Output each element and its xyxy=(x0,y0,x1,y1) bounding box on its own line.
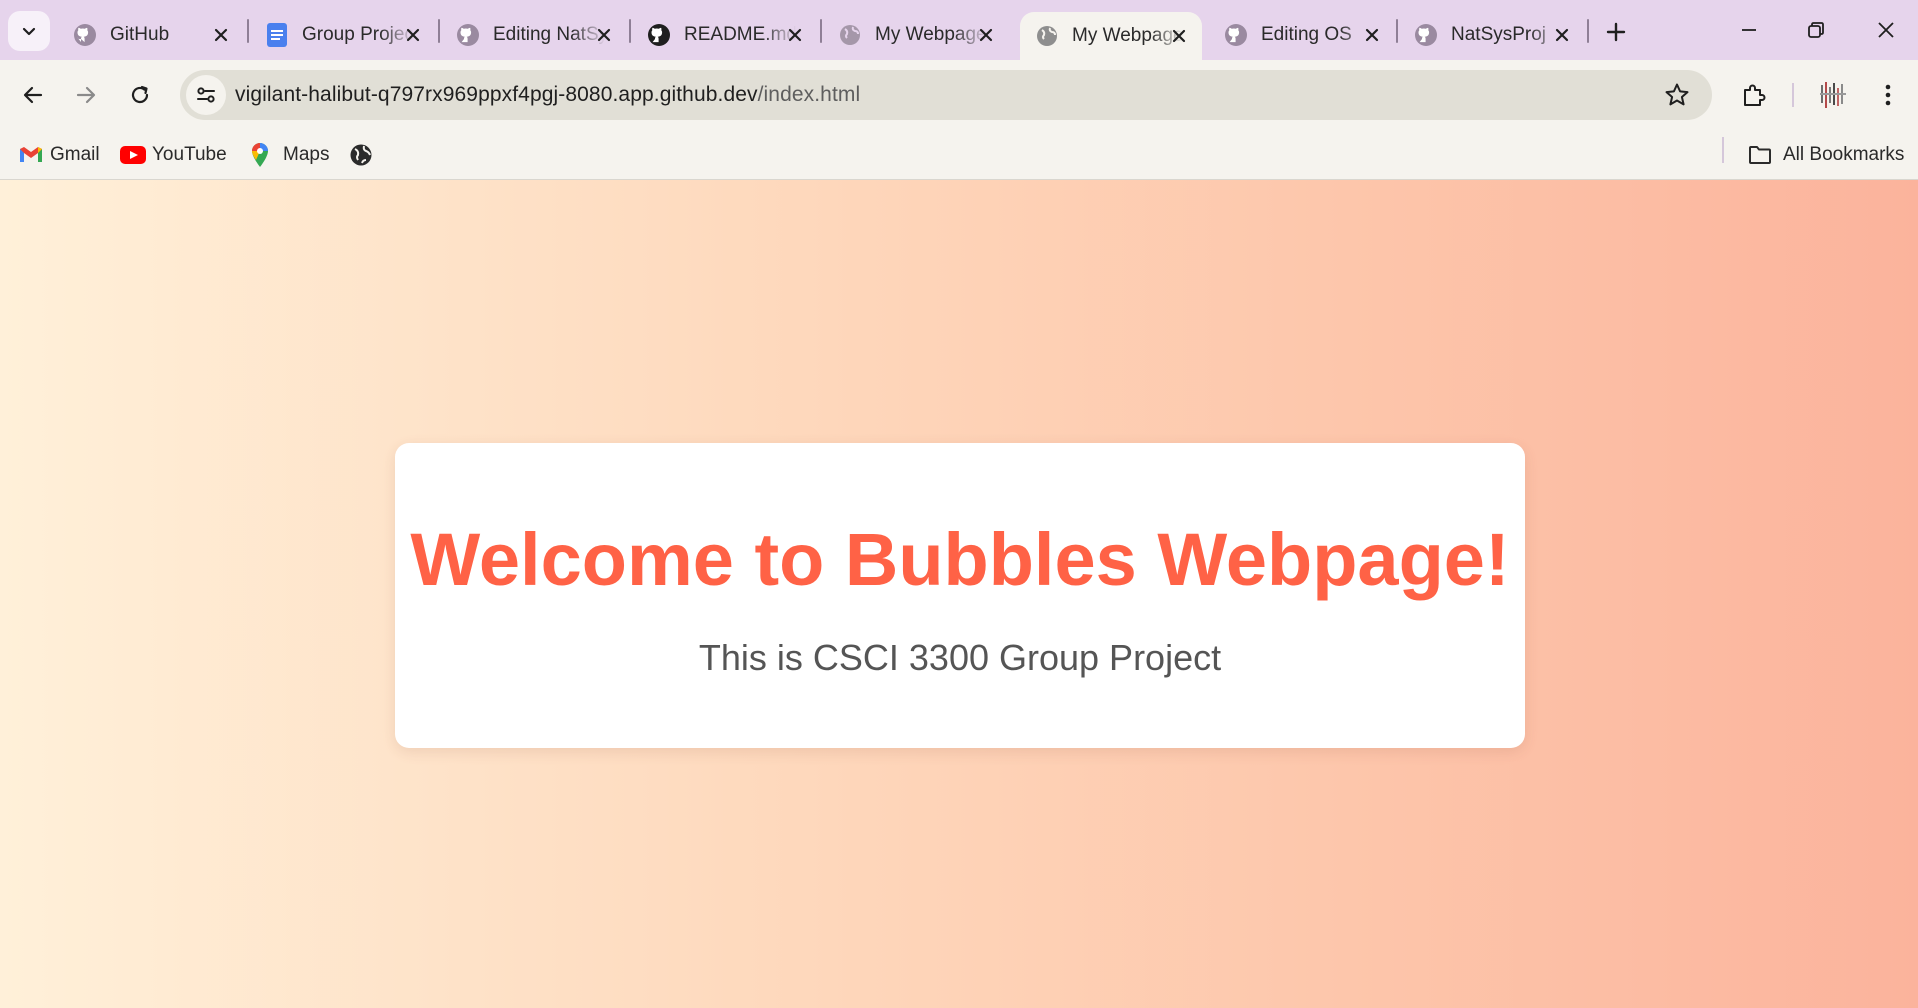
minimize-icon xyxy=(1742,29,1756,31)
browser-toolbar: vigilant-halibut-q797rx969ppxf4pgj-8080.… xyxy=(0,60,1918,130)
github-icon xyxy=(1413,22,1439,48)
back-button[interactable] xyxy=(14,76,52,114)
github-icon xyxy=(1223,22,1249,48)
globe-icon xyxy=(348,142,374,168)
globe-icon xyxy=(1034,23,1060,49)
tab-title: Group Project xyxy=(302,24,414,45)
tab-group-project[interactable]: Group Project xyxy=(250,10,436,60)
google-docs-icon xyxy=(264,22,290,48)
star-icon xyxy=(1665,83,1689,106)
all-bookmarks-label: All Bookmarks xyxy=(1783,144,1905,165)
bookmark-youtube[interactable]: YouTube xyxy=(120,140,227,170)
bookmark-maps[interactable]: Maps xyxy=(247,140,329,170)
tab-title: Editing OS xyxy=(1261,24,1352,45)
globe-icon xyxy=(837,22,863,48)
tab-separator xyxy=(629,19,631,43)
bookmark-globe[interactable] xyxy=(348,140,382,170)
extensions-button[interactable] xyxy=(1736,77,1772,113)
tab-title: Editing NatSysProj xyxy=(493,24,605,45)
tab-separator xyxy=(438,19,440,43)
kebab-menu-icon xyxy=(1885,84,1891,106)
menu-button[interactable] xyxy=(1870,77,1906,113)
avatar-icon xyxy=(1820,82,1846,108)
tab-separator xyxy=(1587,19,1589,43)
bookmark-gmail[interactable]: Gmail xyxy=(18,140,100,170)
github-icon xyxy=(72,22,98,48)
restore-icon xyxy=(1808,22,1824,38)
close-icon[interactable] xyxy=(593,24,615,46)
tab-title: NatSysProj xyxy=(1451,24,1547,45)
tab-title: README.md xyxy=(684,24,796,45)
arrow-left-icon xyxy=(23,86,43,104)
profile-avatar[interactable] xyxy=(1815,77,1851,113)
tab-my-webpage[interactable]: My Webpage xyxy=(823,10,1009,60)
arrow-right-icon xyxy=(76,86,96,104)
youtube-icon xyxy=(120,142,146,168)
bookmarks-divider xyxy=(1722,137,1724,163)
bookmarks-bar: Gmail YouTube Maps All Bookmarks xyxy=(0,130,1918,180)
tab-title: GitHub xyxy=(110,24,170,45)
minimize-button[interactable] xyxy=(1721,8,1777,52)
tab-natsysproj[interactable]: NatSysProj xyxy=(1399,10,1585,60)
tab-github[interactable]: GitHub xyxy=(58,10,244,60)
bookmark-label: Maps xyxy=(283,144,330,165)
bookmark-star-button[interactable] xyxy=(1662,80,1692,110)
plus-icon xyxy=(1606,22,1626,42)
reload-icon xyxy=(131,85,149,104)
tab-readme[interactable]: README.md xyxy=(632,10,818,60)
close-icon[interactable] xyxy=(784,24,806,46)
all-bookmarks-button[interactable]: All Bookmarks xyxy=(1747,140,1904,170)
welcome-card: Welcome to Bubbles Webpage! This is CSCI… xyxy=(395,443,1525,748)
close-icon[interactable] xyxy=(975,24,997,46)
puzzle-icon xyxy=(1744,84,1766,106)
tab-title: My Webpage xyxy=(875,24,987,45)
tune-icon xyxy=(197,87,215,103)
bookmark-label: YouTube xyxy=(152,144,227,165)
page-subtitle: This is CSCI 3300 Group Project xyxy=(698,637,1222,678)
tab-separator xyxy=(820,19,822,43)
maps-icon xyxy=(247,142,273,168)
close-icon[interactable] xyxy=(402,24,424,46)
new-tab-button[interactable] xyxy=(1598,14,1634,50)
github-icon xyxy=(646,22,672,48)
bookmark-label: Gmail xyxy=(50,144,100,165)
page-viewport: Welcome to Bubbles Webpage! This is CSCI… xyxy=(0,180,1918,1008)
chevron-down-icon xyxy=(22,27,36,36)
url-host: vigilant-halibut-q797rx969ppxf4pgj-8080.… xyxy=(235,83,758,106)
address-bar[interactable]: vigilant-halibut-q797rx969ppxf4pgj-8080.… xyxy=(180,70,1712,120)
restore-button[interactable] xyxy=(1788,8,1844,52)
url-path: /index.html xyxy=(757,83,861,106)
toolbar-divider xyxy=(1792,83,1794,107)
tab-editing-natsysproj[interactable]: Editing NatSysProj xyxy=(441,10,627,60)
close-icon[interactable] xyxy=(1168,25,1190,47)
close-icon[interactable] xyxy=(1551,24,1573,46)
close-icon[interactable] xyxy=(210,24,232,46)
tab-separator xyxy=(247,19,249,43)
close-icon[interactable] xyxy=(1361,24,1383,46)
close-window-button[interactable] xyxy=(1858,8,1914,52)
tab-strip: GitHub Group Project Editing NatSysProj … xyxy=(0,0,1918,60)
tab-search-button[interactable] xyxy=(8,11,50,51)
tab-editing-os[interactable]: Editing OS xyxy=(1209,10,1395,60)
url-text[interactable]: vigilant-halibut-q797rx969ppxf4pgj-8080.… xyxy=(235,83,860,107)
github-icon xyxy=(455,22,481,48)
close-icon xyxy=(1878,22,1894,38)
gmail-icon xyxy=(18,142,44,168)
tab-my-webpage-active[interactable]: My Webpage xyxy=(1020,12,1202,60)
site-info-button[interactable] xyxy=(186,75,226,115)
tab-separator xyxy=(1396,19,1398,43)
forward-button[interactable] xyxy=(67,76,105,114)
page-heading: Welcome to Bubbles Webpage! xyxy=(410,518,1510,601)
reload-button[interactable] xyxy=(121,76,159,114)
folder-icon xyxy=(1747,142,1773,168)
